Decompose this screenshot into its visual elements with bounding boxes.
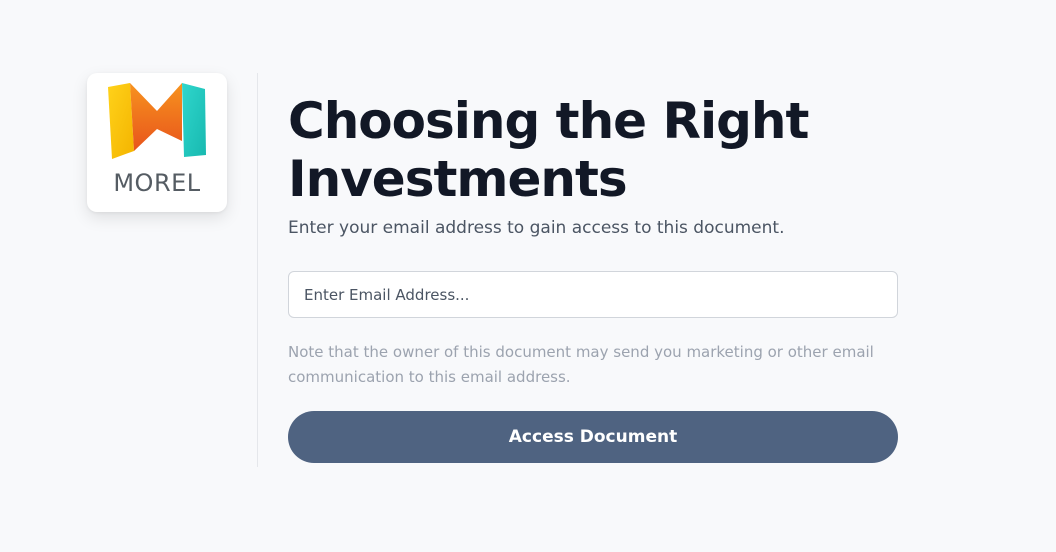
vertical-divider xyxy=(257,73,258,467)
access-document-button[interactable]: Access Document xyxy=(288,411,898,463)
access-form: Choosing the Right Investments Enter you… xyxy=(288,92,898,463)
marketing-note: Note that the owner of this document may… xyxy=(288,343,874,386)
page-title: Choosing the Right Investments xyxy=(288,92,809,208)
email-field[interactable] xyxy=(288,271,898,318)
morel-m-logo-icon xyxy=(108,83,206,159)
logo-card: MOREL xyxy=(87,73,227,212)
page-subtitle: Enter your email address to gain access … xyxy=(288,218,785,238)
logo-text: MOREL xyxy=(113,169,201,197)
